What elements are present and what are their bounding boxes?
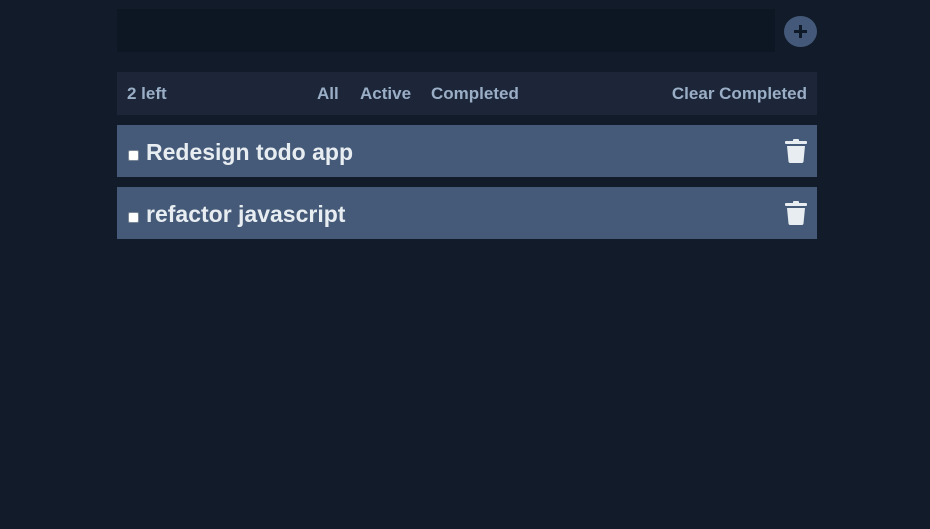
filter-all[interactable]: All <box>317 72 339 115</box>
trash-icon <box>785 201 807 225</box>
todo-item: Redesign todo app <box>117 125 817 177</box>
filter-completed[interactable]: Completed <box>431 72 519 115</box>
delete-todo-button[interactable] <box>785 139 807 163</box>
todo-text: refactor javascript <box>146 201 346 227</box>
todo-checkbox[interactable] <box>128 150 139 161</box>
filter-bar: 2 left All Active Completed Clear Comple… <box>117 72 817 115</box>
trash-icon <box>785 139 807 163</box>
todo-checkbox[interactable] <box>128 212 139 223</box>
add-todo-row <box>117 9 817 52</box>
items-left-count: 2 left <box>127 84 167 103</box>
todo-item: refactor javascript <box>117 187 817 239</box>
delete-todo-button[interactable] <box>785 201 807 225</box>
new-todo-input[interactable] <box>117 9 775 52</box>
clear-completed-button[interactable]: Clear Completed <box>672 72 807 115</box>
filter-active[interactable]: Active <box>360 72 411 115</box>
todo-text: Redesign todo app <box>146 139 353 165</box>
plus-icon <box>794 25 807 38</box>
add-todo-button[interactable] <box>784 16 817 47</box>
